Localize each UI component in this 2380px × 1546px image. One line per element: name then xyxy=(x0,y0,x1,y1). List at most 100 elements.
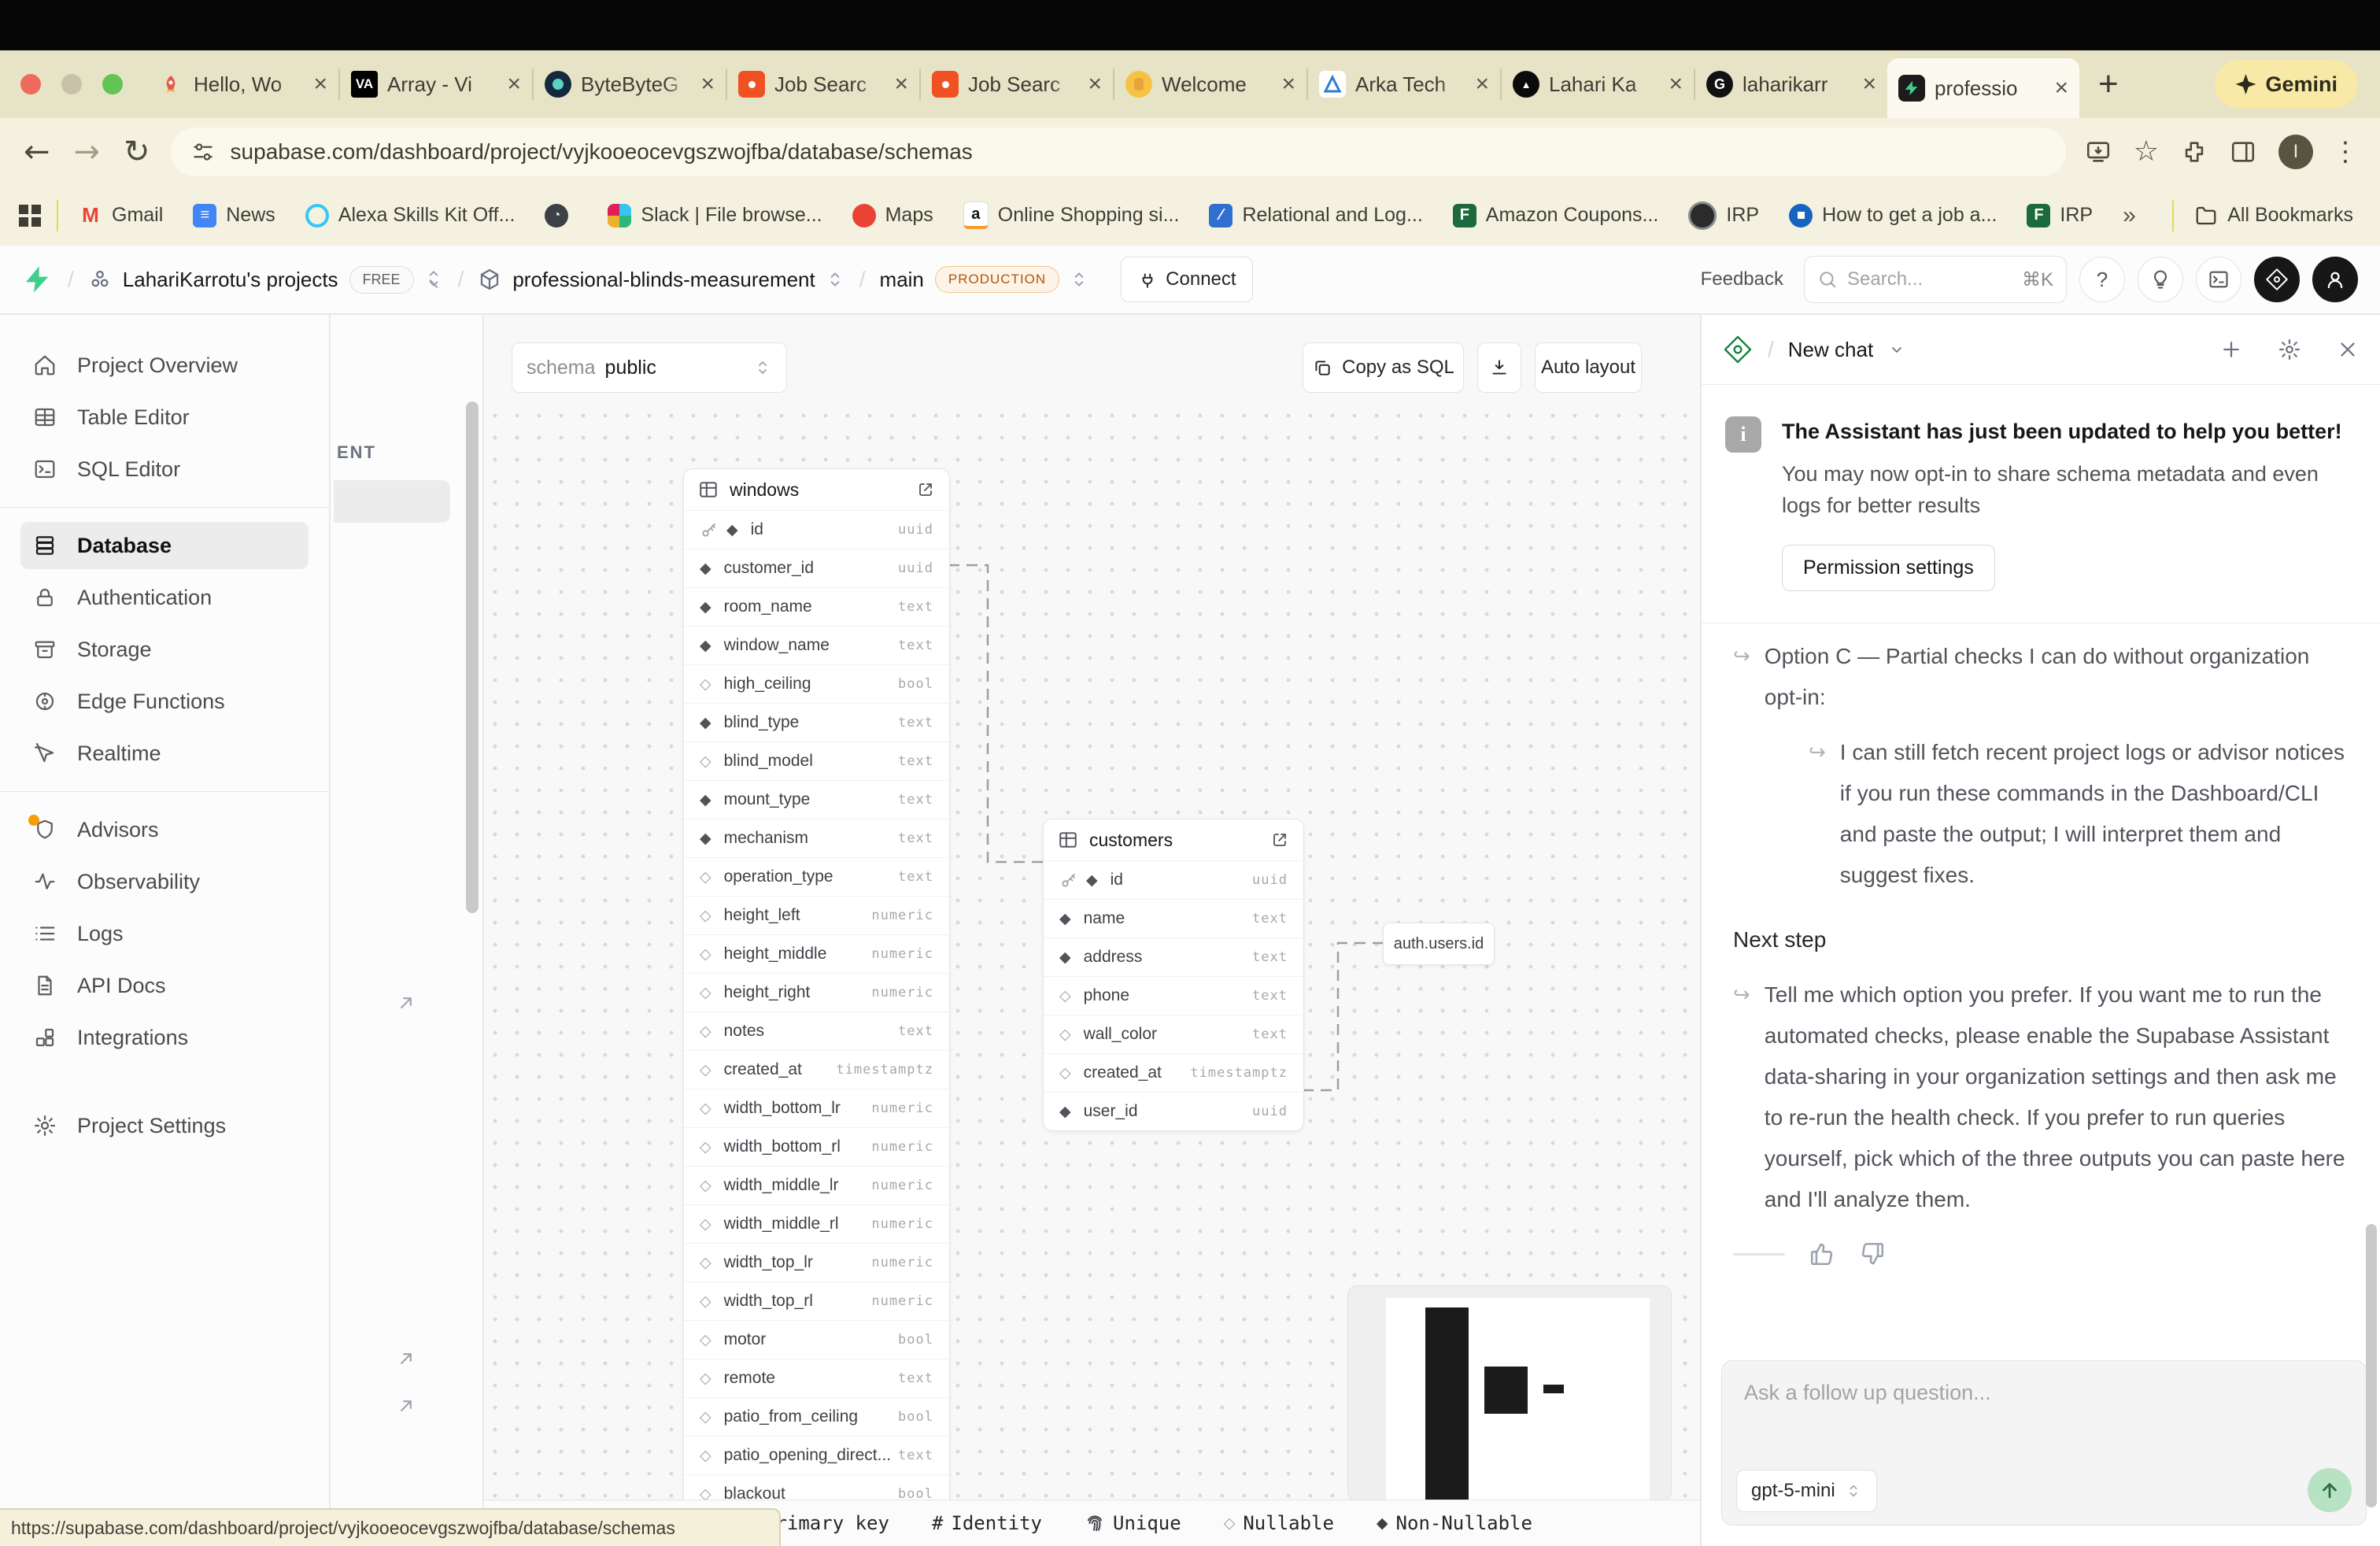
traffic-light-minimize[interactable] xyxy=(61,74,82,94)
table-column-row[interactable]: ◇ width_top_rl numeric xyxy=(684,1282,949,1320)
close-panel-icon[interactable] xyxy=(2336,338,2360,361)
project-switcher-chevrons-icon[interactable] xyxy=(825,269,845,290)
bookmark-irp[interactable]: IRP xyxy=(1688,202,1759,230)
tab-close-icon[interactable]: × xyxy=(1475,71,1489,98)
thumbs-down-icon[interactable] xyxy=(1859,1241,1886,1267)
hint-bulb-button[interactable] xyxy=(2138,257,2183,302)
browser-tab[interactable]: G laharikarr × xyxy=(1695,58,1887,110)
tab-close-icon[interactable]: × xyxy=(894,71,908,98)
tab-close-icon[interactable]: × xyxy=(2054,75,2068,102)
canvas-minimap[interactable] xyxy=(1347,1285,1672,1500)
sidebar-item-observability[interactable]: Observability xyxy=(20,858,309,905)
schema-visualizer-canvas[interactable]: schema public Copy as SQL Auto layout wi… xyxy=(484,315,1700,1500)
table-column-row[interactable]: ◇ wall_color text xyxy=(1044,1015,1303,1053)
schema-select[interactable]: schema public xyxy=(512,342,787,393)
table-header[interactable]: customers xyxy=(1044,819,1303,860)
browser-tab[interactable]: ▲ Lahari Ka × xyxy=(1502,58,1694,110)
thumbs-up-icon[interactable] xyxy=(1809,1241,1835,1267)
browser-menu-kebab-icon[interactable]: ⋮ xyxy=(2332,136,2360,168)
new-tab-button[interactable]: + xyxy=(2098,65,2119,104)
tab-close-icon[interactable]: × xyxy=(700,71,715,98)
bookmark-chase[interactable]: How to get a job a... xyxy=(1789,204,1997,227)
bookmark-news[interactable]: ≡News xyxy=(193,204,275,227)
branch-switcher-chevrons-icon[interactable] xyxy=(1069,269,1089,290)
chat-title[interactable]: New chat xyxy=(1788,338,1873,362)
bookmark-amazon[interactable]: aOnline Shopping si... xyxy=(963,202,1180,229)
download-schema-button[interactable] xyxy=(1477,342,1521,393)
bookmark-irp-2[interactable]: FIRP xyxy=(2027,204,2093,227)
bookmarks-overflow-chevrons[interactable]: » xyxy=(2123,202,2136,229)
table-column-row[interactable]: ◇ notes text xyxy=(684,1012,949,1050)
table-column-row[interactable]: ◆ name text xyxy=(1044,899,1303,938)
table-column-row[interactable]: ◆ window_name text xyxy=(684,626,949,664)
extensions-puzzle-icon[interactable] xyxy=(2181,139,2208,165)
table-column-row[interactable]: ◇ width_middle_rl numeric xyxy=(684,1204,949,1243)
copy-as-sql-button[interactable]: Copy as SQL xyxy=(1303,342,1464,393)
sidebar-item-advisors[interactable]: Advisors xyxy=(20,806,309,853)
traffic-light-close[interactable] xyxy=(20,74,41,94)
forward-button[interactable]: → xyxy=(74,134,101,170)
table-column-row[interactable]: ◇ created_at timestamptz xyxy=(1044,1053,1303,1092)
url-bar[interactable]: supabase.com/dashboard/project/vyjkooeoc… xyxy=(171,128,2066,176)
bookmark-alexa[interactable]: Alexa Skills Kit Off... xyxy=(305,204,516,227)
cli-terminal-button[interactable] xyxy=(2196,257,2241,302)
table-column-row[interactable]: ◇ patio_opening_direct... text xyxy=(684,1436,949,1474)
sidebar-item-sql-editor[interactable]: SQL Editor xyxy=(20,446,309,493)
table-node-customers[interactable]: customers ◆ id uuid ◆ name text ◆ addres… xyxy=(1043,819,1304,1131)
browser-profile-avatar[interactable]: I xyxy=(2278,135,2313,169)
table-header[interactable]: windows xyxy=(684,469,949,510)
tab-close-icon[interactable]: × xyxy=(1088,71,1102,98)
tab-close-icon[interactable]: × xyxy=(1281,71,1295,98)
chat-title-chevron-icon[interactable] xyxy=(1887,340,1906,359)
side-panel-icon[interactable] xyxy=(2230,139,2256,165)
table-column-row[interactable]: ◆ mechanism text xyxy=(684,819,949,857)
submenu-scrollbar[interactable] xyxy=(466,401,479,913)
external-link-arrow-icon[interactable] xyxy=(395,1395,417,1417)
bookmark-relational[interactable]: ⁄Relational and Log... xyxy=(1209,204,1422,227)
account-avatar[interactable] xyxy=(2312,257,2358,302)
bookmark-star-icon[interactable]: ☆ xyxy=(2134,135,2159,168)
table-column-row[interactable]: ◇ phone text xyxy=(1044,976,1303,1015)
table-column-row[interactable]: ◇ motor bool xyxy=(684,1320,949,1359)
browser-tab[interactable]: ByteByteG × xyxy=(534,58,726,110)
external-link-arrow-icon[interactable] xyxy=(395,1348,417,1370)
open-table-external-icon[interactable] xyxy=(1270,830,1289,849)
browser-tab-active[interactable]: professio × xyxy=(1887,58,2079,118)
auth-users-ref-node[interactable]: auth.users.id xyxy=(1383,923,1495,965)
table-column-row[interactable]: ◇ width_bottom_lr numeric xyxy=(684,1089,949,1127)
sidebar-item-project-settings[interactable]: Project Settings xyxy=(20,1102,309,1149)
table-column-row[interactable]: ◇ remote text xyxy=(684,1359,949,1397)
sidebar-item-realtime[interactable]: Realtime xyxy=(20,730,309,777)
breadcrumb-org[interactable]: LahariKarrotu's projects xyxy=(123,268,338,292)
table-column-row[interactable]: ◆ customer_id uuid xyxy=(684,549,949,587)
connect-button[interactable]: Connect xyxy=(1121,257,1252,302)
assistant-button[interactable] xyxy=(2254,257,2300,302)
gemini-button[interactable]: Gemini xyxy=(2215,60,2358,109)
assistant-scrollbar[interactable] xyxy=(2366,1224,2377,1507)
table-column-row[interactable]: ◇ blackout bool xyxy=(684,1474,949,1500)
table-column-row[interactable]: ◆ room_name text xyxy=(684,587,949,626)
sidebar-item-api-docs[interactable]: API Docs xyxy=(20,962,309,1009)
sidebar-item-storage[interactable]: Storage xyxy=(20,626,309,673)
table-column-row[interactable]: ◇ height_right numeric xyxy=(684,973,949,1012)
table-column-row[interactable]: ◆ blind_type text xyxy=(684,703,949,742)
bookmark-slack[interactable]: Slack | File browse... xyxy=(608,204,822,227)
table-column-row[interactable]: ◇ height_middle numeric xyxy=(684,934,949,973)
sidebar-item-edge-functions[interactable]: Edge Functions xyxy=(20,678,309,725)
bookmark-amazon-coupons[interactable]: FAmazon Coupons... xyxy=(1453,204,1659,227)
model-select[interactable]: gpt-5-mini xyxy=(1736,1470,1877,1512)
back-button[interactable]: ← xyxy=(24,134,50,170)
sidebar-item-logs[interactable]: Logs xyxy=(20,910,309,957)
table-column-row[interactable]: ◇ width_bottom_rl numeric xyxy=(684,1127,949,1166)
table-node-windows[interactable]: windows ◆ id uuid ◆ customer_id uuid ◆ r… xyxy=(683,468,950,1500)
sidebar-item-table-editor[interactable]: Table Editor xyxy=(20,394,309,441)
browser-tab[interactable]: Job Searc × xyxy=(727,58,919,110)
tab-close-icon[interactable]: × xyxy=(313,71,327,98)
browser-tab[interactable]: Job Searc × xyxy=(921,58,1113,110)
new-chat-plus-icon[interactable] xyxy=(2219,338,2243,361)
browser-tab[interactable]: Hello, Wo × xyxy=(146,58,338,110)
breadcrumb-branch[interactable]: main xyxy=(880,268,924,292)
org-switcher-chevrons-icon[interactable] xyxy=(423,269,444,290)
open-table-external-icon[interactable] xyxy=(916,480,935,499)
browser-tab[interactable]: VA Array - Vi × xyxy=(340,58,532,110)
